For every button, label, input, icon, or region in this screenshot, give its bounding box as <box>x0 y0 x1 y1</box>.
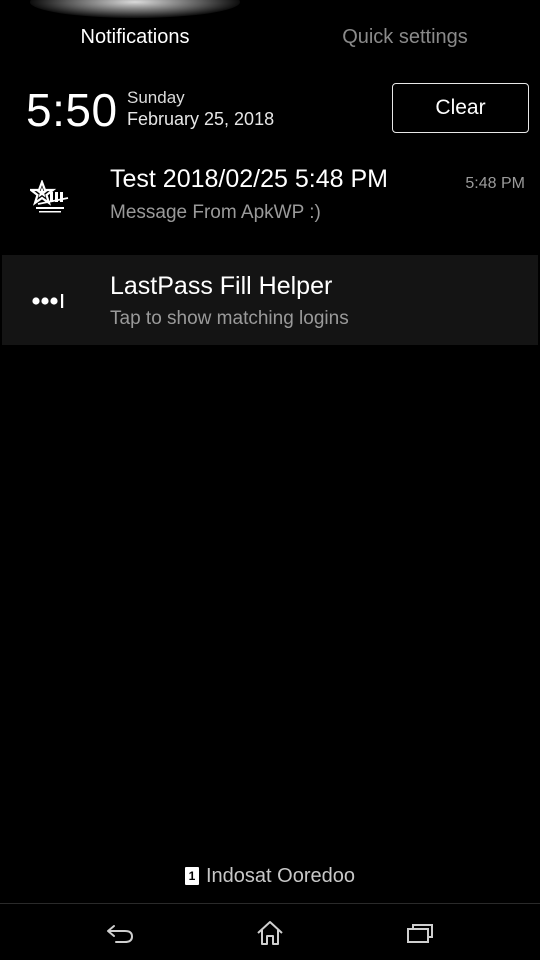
shade-tabs: Notifications Quick settings <box>0 22 540 52</box>
clock-time: 5:50 <box>26 84 118 136</box>
carrier-label: 1 Indosat Ooredoo <box>0 864 540 888</box>
home-icon[interactable] <box>250 916 290 950</box>
clear-button[interactable]: Clear <box>392 83 529 133</box>
status-glow <box>30 0 240 18</box>
notification-test[interactable]: Test 2018/02/25 5:48 PM Message From Apk… <box>0 150 540 248</box>
sim-slot-badge: 1 <box>185 867 199 885</box>
star-app-icon <box>28 176 72 220</box>
notification-title: Test 2018/02/25 5:48 PM <box>110 165 388 193</box>
back-icon[interactable] <box>100 916 140 950</box>
date-block: Sunday February 25, 2018 <box>127 88 274 130</box>
notification-lastpass[interactable]: LastPass Fill Helper Tap to show matchin… <box>2 255 538 345</box>
notification-text: Tap to show matching logins <box>110 308 349 329</box>
notification-shade: Notifications Quick settings 5:50 Sunday… <box>0 0 540 960</box>
tab-quick-settings[interactable]: Quick settings <box>270 22 540 52</box>
notification-time: 5:48 PM <box>465 175 525 192</box>
navigation-bar <box>0 904 540 960</box>
notification-title: LastPass Fill Helper <box>110 272 333 300</box>
clock-date: February 25, 2018 <box>127 109 275 129</box>
tab-notifications[interactable]: Notifications <box>0 22 270 52</box>
password-dots-icon <box>28 279 72 323</box>
carrier-name: Indosat Ooredoo <box>206 865 355 887</box>
recents-icon[interactable] <box>400 916 440 950</box>
notification-text: Message From ApkWP :) <box>110 202 321 223</box>
clock-day: Sunday <box>127 88 185 107</box>
